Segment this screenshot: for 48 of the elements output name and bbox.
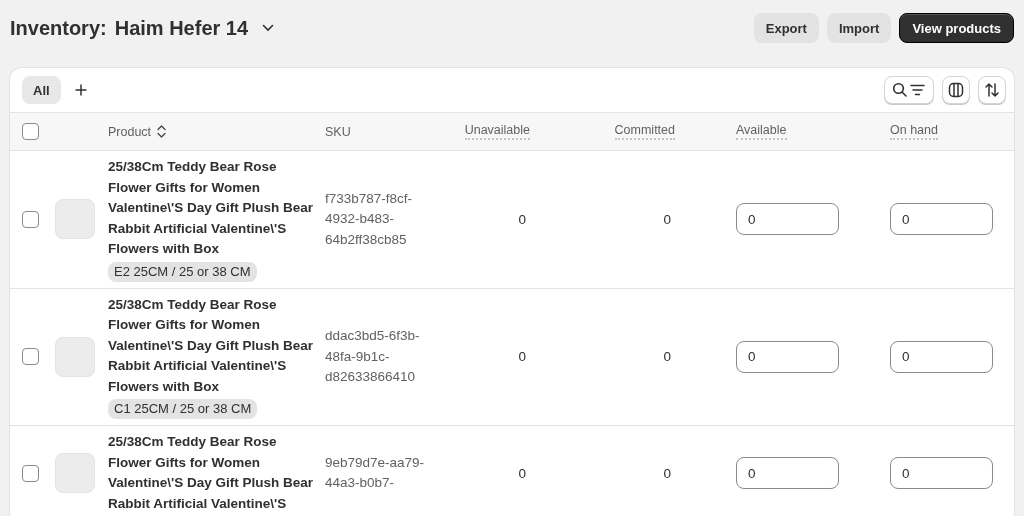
add-icon[interactable] bbox=[74, 84, 87, 96]
unavailable-count: 0 bbox=[518, 465, 526, 481]
row-checkbox[interactable] bbox=[22, 348, 39, 366]
page-title: Inventory: bbox=[10, 16, 107, 40]
row-checkbox[interactable] bbox=[22, 464, 39, 482]
column-header[interactable]: Available bbox=[736, 123, 787, 140]
search-filter-button[interactable] bbox=[884, 76, 934, 104]
column-header[interactable]: Unavailable bbox=[464, 123, 530, 140]
sku-text: 9eb79d7e-aa79-44a3-b0b7- bbox=[325, 454, 425, 490]
sku-text: ddac3bd5-6f3b-48fa-9b1c-d82633866410 bbox=[325, 328, 420, 384]
location-name: Haim Hefer 14 bbox=[114, 16, 249, 40]
photo-placeholder bbox=[55, 199, 95, 240]
product-name[interactable]: 25/38Cm Teddy Bear Rose Flower Gifts for Women Valentine\'S Day Gift Plush Bear Rabbit Artificial Valentine\'S bbox=[108, 432, 322, 514]
product-name[interactable]: 25/38Cm Teddy Bear Rose Flower Gifts for Women Valentine\'S Day Gift Plush Bear Rabbit Artificial Valentine\'S Flowers with Box bbox=[108, 294, 322, 397]
columns-icon bbox=[948, 82, 964, 98]
columns-button[interactable] bbox=[942, 76, 970, 104]
available-input[interactable]: 0 bbox=[736, 457, 839, 489]
on-hand-input[interactable]: 0 bbox=[890, 340, 993, 373]
row-checkbox[interactable] bbox=[22, 210, 39, 228]
sort-arrows-icon bbox=[984, 82, 1000, 98]
chevron-down-icon[interactable] bbox=[262, 24, 275, 32]
committed-count: 0 bbox=[663, 349, 671, 365]
committed-count: 0 bbox=[663, 211, 671, 227]
available-input[interactable]: 0 bbox=[736, 340, 839, 373]
column-header: SKU bbox=[325, 124, 351, 139]
sku-text: f733b787-f8cf-4932-b483-64b2ff38cb85 bbox=[325, 190, 413, 247]
column-header[interactable]: Product bbox=[108, 124, 152, 139]
photo-placeholder bbox=[55, 336, 95, 377]
available-input[interactable]: 0 bbox=[736, 203, 839, 236]
unavailable-count: 0 bbox=[518, 349, 526, 365]
select-all-checkbox[interactable] bbox=[22, 123, 39, 140]
sort-button[interactable] bbox=[978, 76, 1006, 104]
variant-tag: C1 25CM / 25 or 38 CM bbox=[108, 399, 258, 419]
committed-count: 0 bbox=[663, 465, 671, 481]
secondary-button[interactable]: Export bbox=[753, 13, 819, 43]
secondary-button[interactable]: Import bbox=[826, 13, 892, 43]
photo-placeholder bbox=[55, 453, 95, 493]
filter-tab[interactable]: All bbox=[22, 76, 61, 104]
on-hand-input[interactable]: 0 bbox=[890, 203, 993, 236]
column-header[interactable]: On hand bbox=[890, 123, 938, 140]
primary-button[interactable]: View products bbox=[899, 13, 1014, 43]
sort-icon[interactable] bbox=[157, 125, 167, 138]
column-header[interactable]: Committed bbox=[614, 123, 675, 140]
search-filter-icon bbox=[892, 82, 926, 98]
on-hand-input[interactable]: 0 bbox=[890, 457, 993, 489]
unavailable-count: 0 bbox=[518, 211, 526, 227]
variant-tag: E2 25CM / 25 or 38 CM bbox=[108, 261, 257, 282]
product-name[interactable]: 25/38Cm Teddy Bear Rose Flower Gifts for Women Valentine\'S Day Gift Plush Bear Rabbit Artificial Valentine\'S Flowers with Box bbox=[108, 157, 322, 260]
